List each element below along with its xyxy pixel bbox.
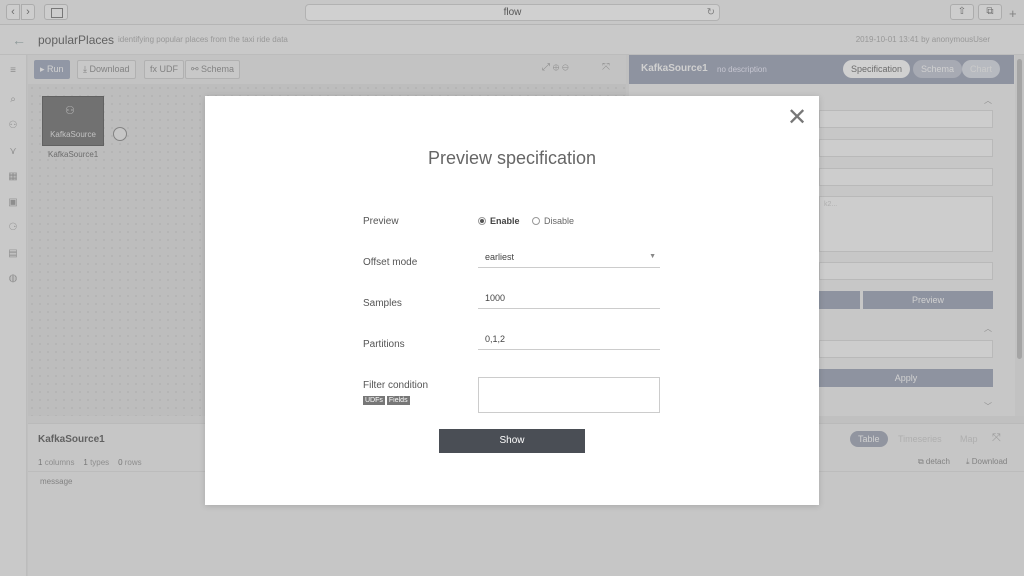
samples-input[interactable]: 1000 [478, 289, 660, 309]
offset-mode-value: earliest [485, 252, 515, 262]
chevron-down-icon: ▼ [649, 253, 656, 260]
preview-radio-group: Enable Disable [478, 216, 584, 226]
enable-label: Enable [490, 216, 520, 226]
modal-title: Preview specification [427, 148, 597, 168]
show-button[interactable]: Show [439, 429, 585, 453]
radio-unselected-icon [532, 217, 541, 225]
partitions-input[interactable]: 0,1,2 [478, 330, 660, 350]
disable-label: Disable [544, 216, 575, 226]
filter-condition-input[interactable] [478, 377, 660, 413]
filter-condition-label: Filter condition [363, 380, 429, 391]
fields-tag[interactable]: Fields [386, 396, 410, 405]
udfs-tag[interactable]: UDFs [363, 396, 385, 405]
preview-label: Preview [363, 216, 399, 227]
partitions-label: Partitions [363, 339, 405, 350]
offset-mode-select[interactable]: earliest ▼ [478, 248, 660, 268]
enable-radio[interactable]: Enable [478, 216, 520, 226]
offset-mode-label: Offset mode [363, 257, 418, 268]
samples-label: Samples [363, 298, 402, 309]
preview-specification-modal: ✕ Preview specification Preview Enable D… [205, 96, 819, 505]
disable-radio[interactable]: Disable [532, 216, 574, 226]
filter-tags: UDFs Fields [363, 393, 412, 405]
close-icon[interactable]: ✕ [787, 106, 807, 130]
radio-selected-icon [478, 217, 486, 225]
